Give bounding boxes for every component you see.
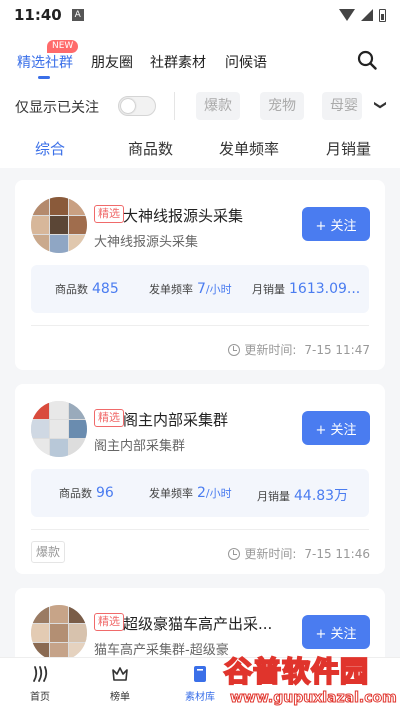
watermark-title: 谷普软件园 <box>223 654 370 689</box>
chevron-down-icon[interactable]: ❯ <box>374 100 388 110</box>
chip-hot[interactable]: 爆款 <box>196 92 240 120</box>
stat-sales: 月销量 1613.09... <box>252 281 361 297</box>
new-badge: NEW <box>47 40 79 53</box>
home-icon <box>33 666 48 682</box>
card-divider <box>31 529 369 530</box>
nav-material-library[interactable]: 素材库 <box>170 664 230 703</box>
crown-icon <box>112 667 128 681</box>
nav-home[interactable]: 首页 <box>10 664 70 703</box>
battery-icon <box>379 8 386 22</box>
group-avatar <box>31 605 87 661</box>
status-bar: 11:40 A <box>0 0 400 30</box>
tab-featured-groups[interactable]: 精选社群 <box>17 52 73 72</box>
signal-icon <box>361 9 373 21</box>
follow-button[interactable]: + 关注 <box>302 207 370 241</box>
group-title: 超级豪猫车高产出采... <box>123 615 273 633</box>
group-card[interactable]: 精选 阁主内部采集群 阁主内部采集群 + 关注 商品数 96 发单频率 2/小时 月… <box>15 384 385 574</box>
hot-tag: 爆款 <box>31 541 66 563</box>
group-avatar <box>31 197 87 253</box>
featured-tag: 精选 <box>94 205 124 223</box>
notification-icon: A <box>71 9 84 21</box>
follow-only-toggle[interactable] <box>118 96 156 116</box>
follow-button[interactable]: + 关注 <box>302 615 370 649</box>
update-time: 更新时间: 7-15 11:46 <box>228 545 370 562</box>
status-time: 11:40 <box>14 6 62 24</box>
sort-monthly-sales[interactable]: 月销量 <box>326 138 371 159</box>
group-avatar <box>31 401 87 457</box>
filter-row: 仅显示已关注 爆款 宠物 母婴 ❯ <box>0 84 400 128</box>
clock-icon <box>228 547 241 560</box>
group-card[interactable]: 精选 超级豪猫车高产出采... 猫车高产采集群-超级豪 + 关注 <box>15 588 385 661</box>
group-title: 大神线报源头采集 <box>123 207 244 225</box>
stat-goods: 商品数 485 <box>55 281 119 297</box>
follow-only-label: 仅显示已关注 <box>15 100 99 116</box>
update-time: 更新时间: 7-15 11:47 <box>228 341 370 358</box>
material-icon <box>194 666 206 682</box>
watermark-logo: 谷普软件园 www.gupuxlazal.com <box>222 648 398 710</box>
active-tab-indicator <box>38 76 50 79</box>
sort-comprehensive[interactable]: 综合 <box>35 138 65 159</box>
tab-moments[interactable]: 朋友圈 <box>91 52 133 72</box>
tab-greetings[interactable]: 问候语 <box>225 52 267 72</box>
wifi-icon <box>339 9 355 21</box>
group-card[interactable]: 精选 大神线报源头采集 大神线报源头采集 + 关注 商品数 485 发单频率 7/小… <box>15 180 385 370</box>
toggle-knob <box>121 99 135 113</box>
group-subtitle: 大神线报源头采集 <box>94 235 199 250</box>
chip-pets[interactable]: 宠物 <box>260 92 304 120</box>
group-stats: 商品数 485 发单频率 7/小时 月销量 1613.09... <box>31 265 369 313</box>
status-icons <box>339 8 386 22</box>
tab-group-materials[interactable]: 社群素材 <box>150 52 206 72</box>
follow-button[interactable]: + 关注 <box>302 411 370 445</box>
sort-goods-count[interactable]: 商品数 <box>128 138 173 159</box>
stat-goods: 商品数 96 <box>59 485 114 501</box>
sort-post-frequency[interactable]: 发单频率 <box>219 138 279 159</box>
featured-tag: 精选 <box>94 409 124 427</box>
search-icon[interactable] <box>357 50 377 70</box>
group-subtitle: 阁主内部采集群 <box>94 439 186 454</box>
stat-frequency: 发单频率 2/小时 <box>149 485 232 501</box>
watermark-url: www.gupuxlazal.com <box>230 690 398 707</box>
stat-sales: 月销量 44.83万 <box>257 488 349 504</box>
group-subtitle: 猫车高产采集群-超级豪 <box>94 643 229 658</box>
chip-maternity[interactable]: 母婴 <box>322 92 362 120</box>
card-divider <box>31 325 369 326</box>
nav-rankings[interactable]: 榜单 <box>90 664 150 703</box>
group-stats: 商品数 96 发单频率 2/小时 月销量 44.83万 <box>31 469 369 517</box>
clock-icon <box>228 343 241 356</box>
stat-frequency: 发单频率 7/小时 <box>149 281 232 297</box>
sort-row: 综合 商品数 发单频率 月销量 <box>0 128 400 168</box>
top-tab-bar: 精选社群 NEW 朋友圈 社群素材 问候语 <box>0 30 400 84</box>
filter-divider <box>174 92 175 120</box>
group-title: 阁主内部采集群 <box>123 411 229 429</box>
featured-tag: 精选 <box>94 613 124 631</box>
